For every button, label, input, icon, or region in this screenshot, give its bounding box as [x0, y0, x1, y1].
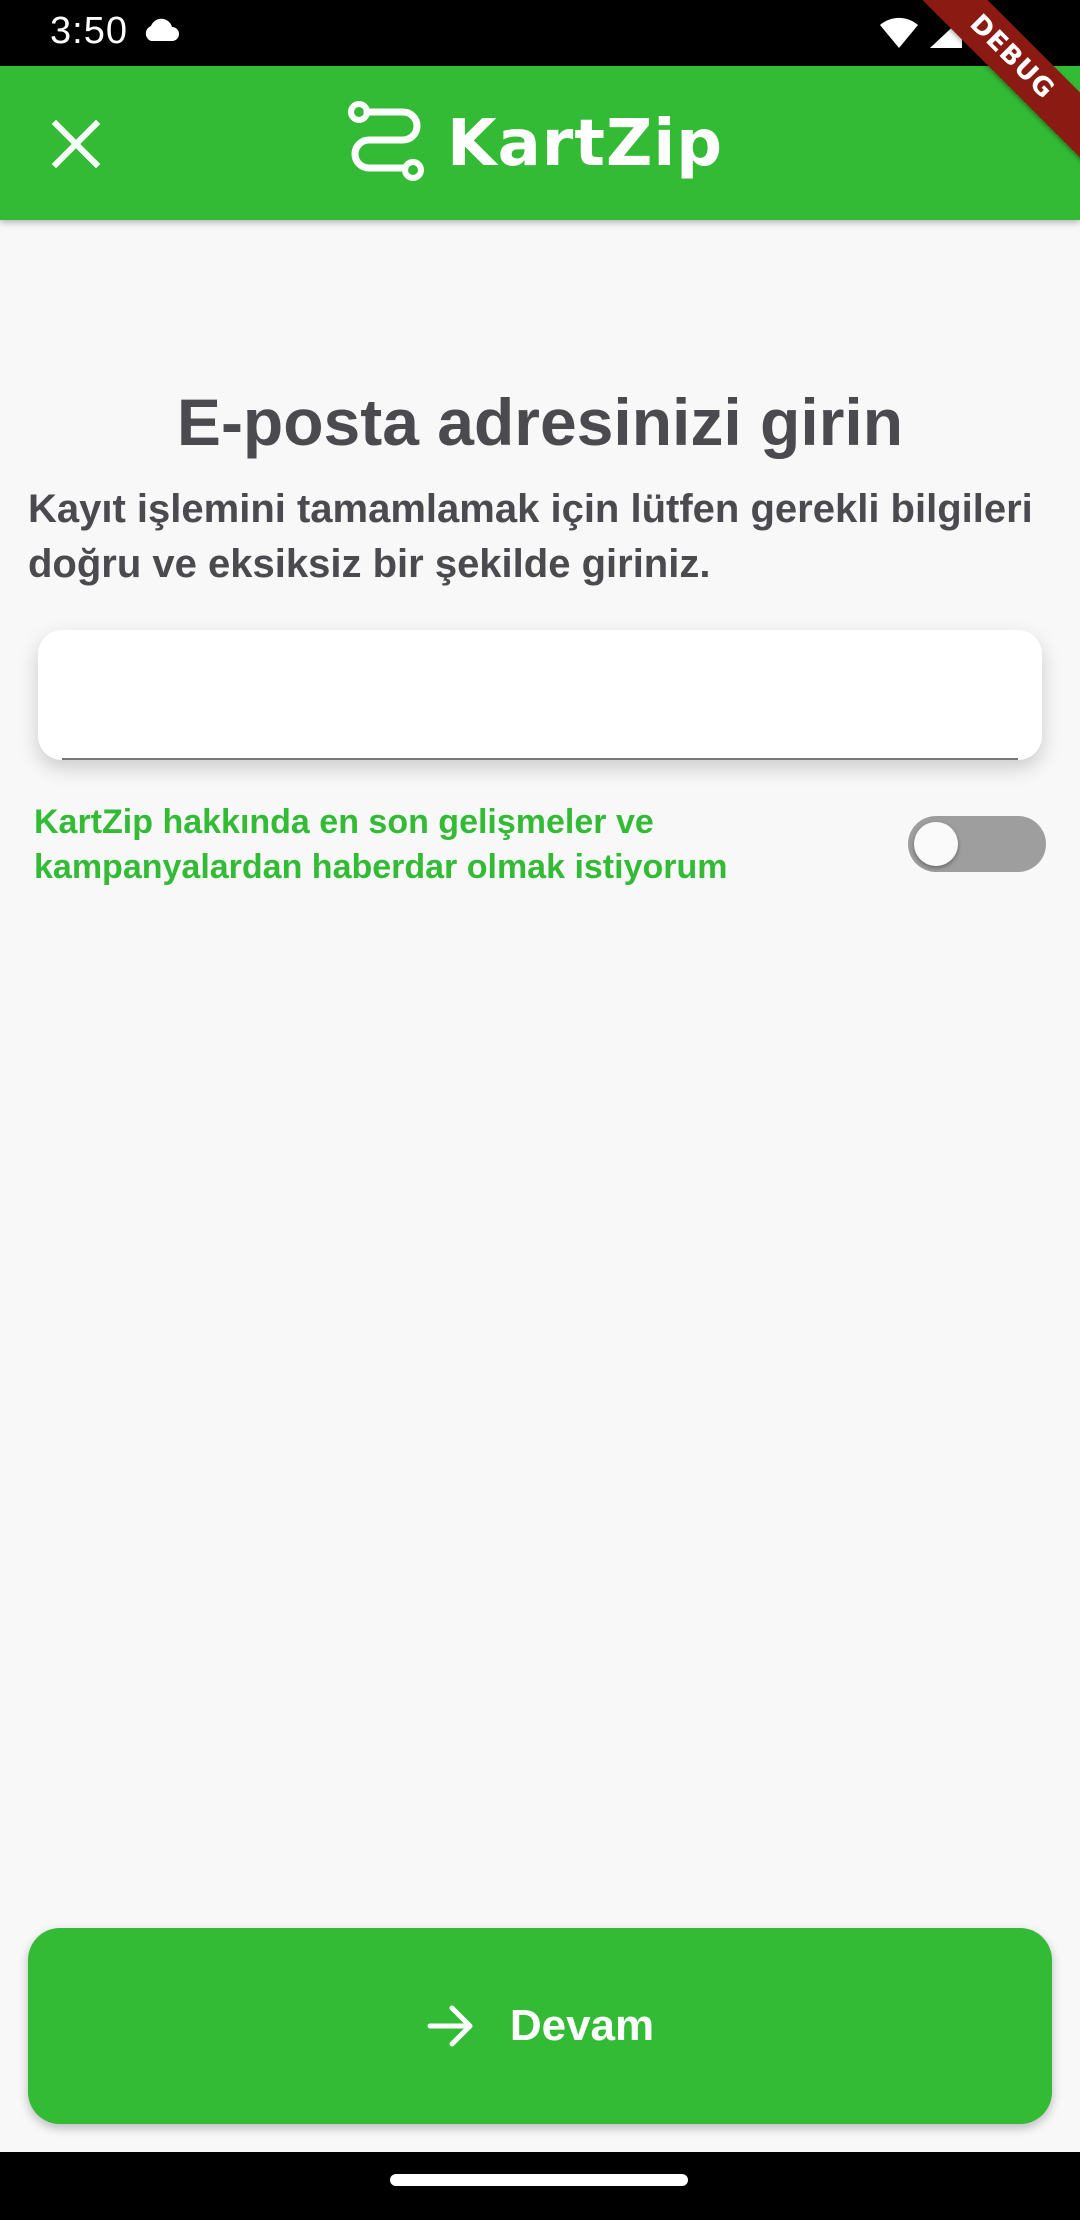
- route-logo-icon: [345, 100, 427, 189]
- close-icon: [51, 119, 101, 169]
- status-time: 3:50: [50, 10, 128, 52]
- status-bar: 3:50: [0, 0, 1080, 66]
- consent-toggle[interactable]: [908, 816, 1046, 872]
- page-subtitle: Kayıt işlemini tamamlamak için lütfen ge…: [28, 487, 1033, 586]
- toggle-knob: [914, 822, 958, 866]
- brand: KartZip: [345, 96, 723, 192]
- continue-label: Devam: [509, 2001, 655, 2050]
- close-button[interactable]: [44, 112, 108, 176]
- continue-button[interactable]: Devam: [28, 1928, 1052, 2124]
- consent-label: KartZip hakkında en son gelişmeler ve ka…: [34, 803, 728, 886]
- email-field[interactable]: [62, 630, 1016, 760]
- brand-name: KartZip: [447, 107, 724, 181]
- navigation-bar: [0, 2152, 1080, 2220]
- wifi-icon: [878, 16, 920, 55]
- home-indicator[interactable]: [390, 2174, 688, 2186]
- page-title: E-posta adresinizi girin: [176, 385, 904, 459]
- arrow-right-icon: [426, 2004, 476, 2048]
- email-field-underline: [62, 758, 1018, 760]
- cloud-icon: [142, 18, 180, 47]
- app-bar: KartZip: [0, 66, 1080, 220]
- email-field-card: [38, 630, 1042, 760]
